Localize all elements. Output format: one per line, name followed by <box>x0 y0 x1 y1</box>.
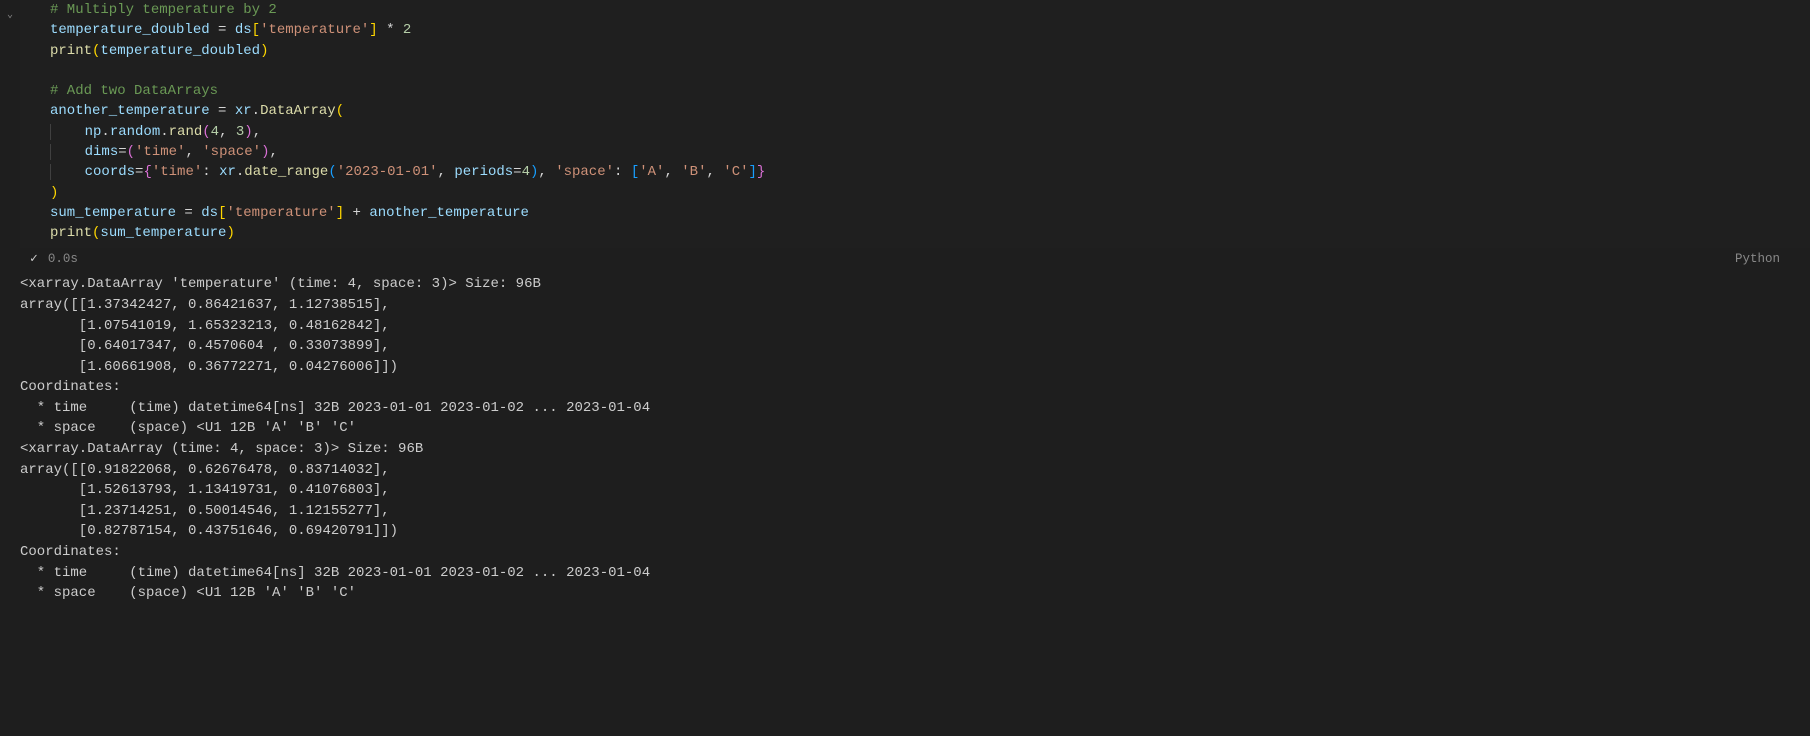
code-line: np.random.rand(4, 3), <box>20 122 1810 142</box>
code-line: print(temperature_doubled) <box>20 41 1810 61</box>
cell-gutter: ⌄ <box>0 0 20 248</box>
execution-time: 0.0s <box>48 250 78 268</box>
code-cell: ⌄ # Multiply temperature by 2 temperatur… <box>0 0 1810 248</box>
code-line: another_temperature = xr.DataArray( <box>20 101 1810 121</box>
comment-text: # Add two DataArrays <box>50 83 218 99</box>
cell-output: <xarray.DataArray 'temperature' (time: 4… <box>0 270 1810 607</box>
code-line <box>20 61 1810 81</box>
collapse-chevron-icon[interactable]: ⌄ <box>7 10 13 21</box>
check-icon: ✓ <box>30 250 38 269</box>
code-line: # Add two DataArrays <box>20 81 1810 101</box>
comment-text: # Multiply temperature by 2 <box>50 2 277 18</box>
code-line: sum_temperature = ds['temperature'] + an… <box>20 203 1810 223</box>
code-line: dims=('time', 'space'), <box>20 142 1810 162</box>
cell-status-bar: ✓ 0.0s Python <box>0 248 1810 271</box>
code-line: # Multiply temperature by 2 <box>20 0 1810 20</box>
code-line: print(sum_temperature) <box>20 223 1810 243</box>
code-line: ) <box>20 183 1810 203</box>
code-line: coords={'time': xr.date_range('2023-01-0… <box>20 162 1810 182</box>
language-label[interactable]: Python <box>1735 250 1780 268</box>
code-editor[interactable]: # Multiply temperature by 2 temperature_… <box>20 0 1810 248</box>
code-line: temperature_doubled = ds['temperature'] … <box>20 20 1810 40</box>
